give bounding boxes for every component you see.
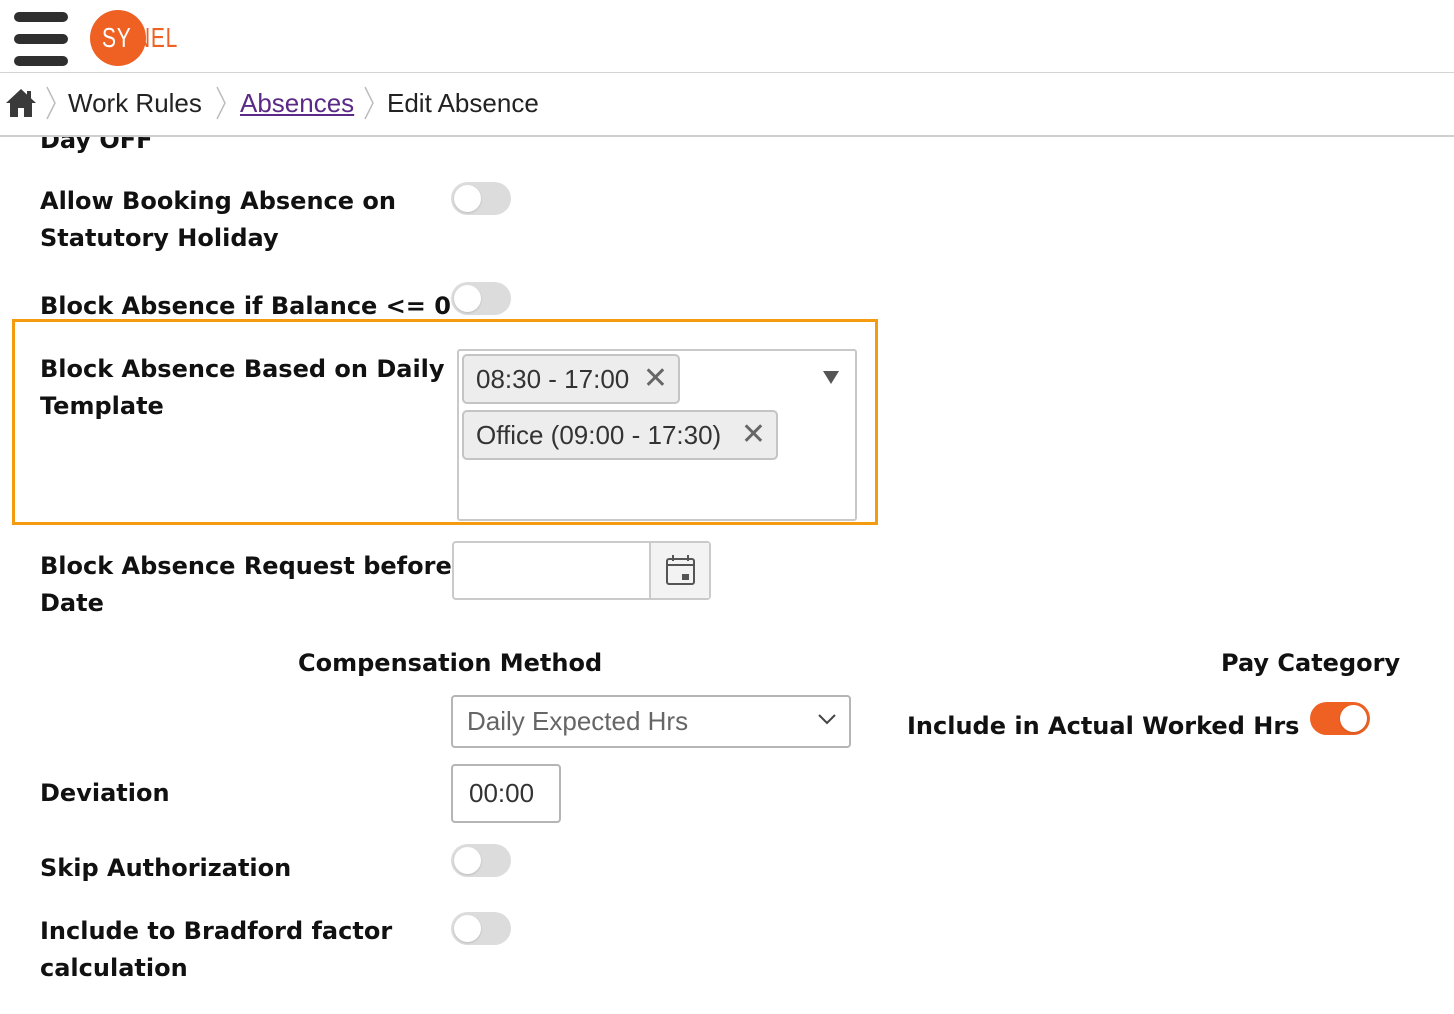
include-actual-label: Include in Actual Worked Hrs [907,712,1300,740]
remove-chip-icon[interactable]: ✕ [741,412,766,458]
breadcrumb-absences-link[interactable]: Absences [240,88,354,119]
deviation-field [451,764,561,823]
allow-statutory-toggle[interactable] [451,182,511,215]
breadcrumb: Work Rules Absences Edit Absence [0,73,1454,137]
compensation-method-heading: Compensation Method [298,649,603,677]
select-value: Daily Expected Hrs [467,706,689,736]
deviation-input[interactable] [453,766,559,821]
block-balance-toggle[interactable] [451,282,511,315]
top-bar: SY NEL [0,0,1454,73]
chevron-down-icon [818,714,836,725]
synel-logo[interactable]: SY NEL [88,8,178,68]
skip-authorization-toggle[interactable] [451,844,511,877]
breadcrumb-current: Edit Absence [387,88,539,118]
breadcrumb-work-rules[interactable]: Work Rules [68,88,202,119]
caret-down-icon[interactable] [823,371,839,384]
block-before-date-field [452,541,711,600]
allow-statutory-label: Allow Booking Absence on Statutory Holid… [40,187,396,252]
deviation-label: Deviation [40,779,170,807]
template-chip: 08:30 - 17:00 ✕ [462,354,680,404]
compensation-method-select[interactable]: Daily Expected Hrs [451,695,851,748]
date-input[interactable] [454,543,650,598]
template-chip: Office (09:00 - 17:30) ✕ [462,410,778,460]
daily-template-multiselect[interactable]: 08:30 - 17:00 ✕ Office (09:00 - 17:30) ✕ [457,349,857,521]
remove-chip-icon[interactable]: ✕ [643,356,668,402]
calendar-icon [666,555,695,585]
skip-authorization-label: Skip Authorization [40,854,292,882]
include-actual-toggle[interactable] [1310,702,1370,735]
hamburger-icon[interactable] [14,12,68,68]
breadcrumb-separator-icon [364,86,374,120]
day-off-label: Day OFF [40,137,153,153]
breadcrumb-separator-icon [216,86,226,120]
block-before-date-label: Block Absence Request before Date [40,552,452,617]
home-icon[interactable] [4,87,38,119]
clipped-area: Day OFF [0,137,1454,153]
bradford-toggle[interactable] [451,912,511,945]
breadcrumb-separator-icon [46,86,56,120]
pay-category-heading: Pay Category [1221,649,1401,677]
bradford-label: Include to Bradford factor calculation [40,917,393,982]
date-picker-button[interactable] [649,543,709,598]
block-template-label: Block Absence Based on Daily Template [40,355,445,420]
